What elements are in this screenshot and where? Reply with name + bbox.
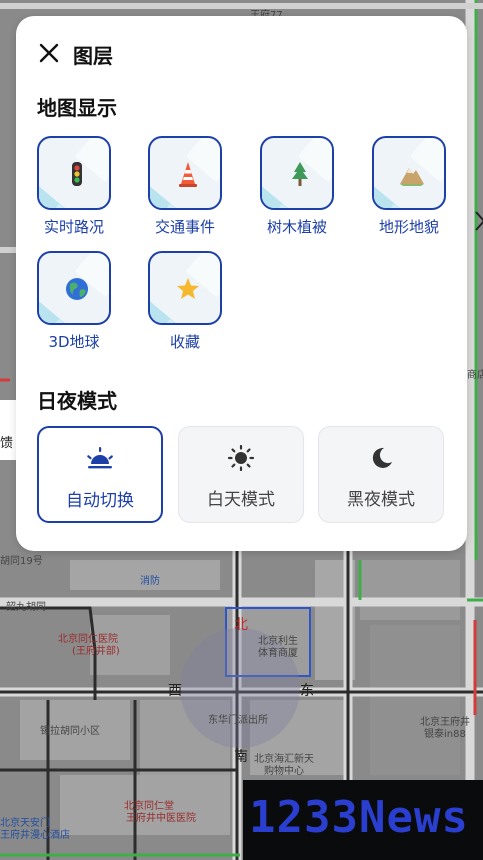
map-label-tcm2: 王府井中医医院: [126, 813, 196, 824]
layer-3d-globe[interactable]: 3D地球: [37, 251, 113, 355]
layer-traffic[interactable]: 实时路况: [37, 136, 113, 240]
layer-tile: [148, 136, 222, 210]
layers-panel: 图层 地图显示 实时路况 交通事件 树木植被 地形地貌 3D地球 收藏 日夜模式…: [16, 16, 467, 551]
layer-traffic-events[interactable]: 交通事件: [148, 136, 224, 240]
map-label-hutong: 韶九胡同: [6, 602, 46, 613]
section-title-day-night: 日夜模式: [37, 389, 117, 413]
mode-auto-button[interactable]: 自动切换: [37, 426, 163, 523]
map-label-south: 南: [234, 749, 248, 765]
layer-tile: [148, 251, 222, 325]
map-label-shop: 商店: [467, 370, 483, 381]
map-label-lane: 胡同19号: [0, 556, 43, 567]
layer-label: 3D地球: [48, 333, 100, 351]
sun-icon: [227, 445, 255, 471]
layer-terrain[interactable]: 地形地貌: [372, 136, 448, 240]
layer-tile: [260, 136, 334, 210]
layer-label: 交通事件: [154, 218, 215, 236]
map-label-hospital-sub: (王府井部): [72, 646, 120, 657]
feedback-label: 馈: [0, 436, 14, 451]
close-button[interactable]: [38, 42, 60, 64]
mode-night-button[interactable]: 黑夜模式: [318, 426, 444, 523]
star-icon: [177, 278, 199, 299]
mode-label: 自动切换: [66, 491, 134, 511]
moon-icon: [372, 447, 392, 468]
layer-label: 实时路况: [43, 218, 104, 236]
layer-label: 收藏: [169, 333, 200, 351]
map-label-fire: 消防: [140, 576, 160, 587]
layer-tile: [37, 251, 111, 325]
map-label-east: 东: [300, 683, 314, 699]
layer-label: 地形地貌: [378, 218, 439, 236]
layer-tile: [37, 136, 111, 210]
map-label-wangfujing2: 银泰in88: [424, 729, 466, 740]
map-label-community: 锡拉胡同小区: [40, 726, 100, 737]
map-label-north: 北: [234, 617, 248, 633]
section-title-map-display: 地图显示: [37, 96, 117, 120]
map-label-sports2: 体育商厦: [258, 648, 298, 659]
mode-day-button[interactable]: 白天模式: [178, 426, 304, 523]
map-label-mall2: 购物中心: [264, 766, 304, 777]
layer-label: 树木植被: [266, 218, 327, 236]
sunrise-icon: [87, 447, 113, 469]
layer-vegetation[interactable]: 树木植被: [260, 136, 336, 240]
watermark-logo: 1233News: [243, 780, 483, 860]
layer-tile: [372, 136, 446, 210]
traffic-cone-icon: [179, 162, 197, 187]
tree-icon: [292, 162, 308, 186]
traffic-light-icon: [72, 162, 82, 186]
map-label-west: 西: [168, 683, 182, 699]
mode-label: 黑夜模式: [347, 490, 415, 510]
panel-title: 图层: [73, 44, 113, 68]
chevron-icon[interactable]: [474, 210, 483, 232]
map-label-hotel2: 王府井漫心酒店: [0, 830, 70, 841]
layer-favorites[interactable]: 收藏: [148, 251, 224, 355]
globe-icon: [66, 278, 88, 300]
mountain-icon: [400, 168, 424, 186]
watermark-text: 1233News: [249, 792, 469, 843]
map-label-police: 东华门派出所: [208, 715, 268, 726]
close-icon: [39, 43, 59, 63]
mode-label: 白天模式: [207, 490, 275, 510]
